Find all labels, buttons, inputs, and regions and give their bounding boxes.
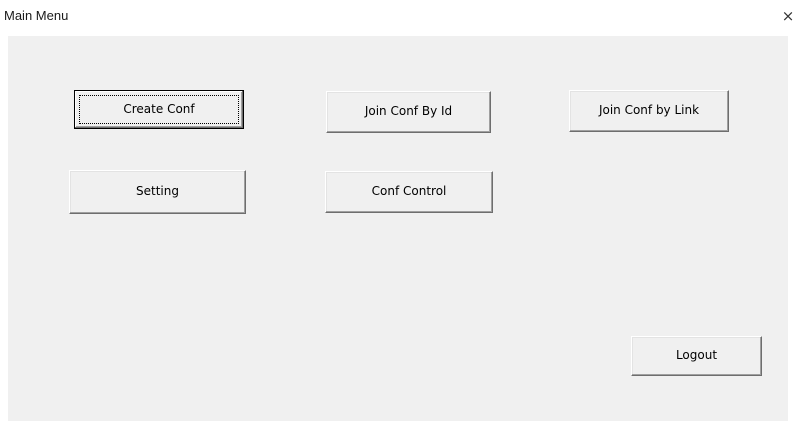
setting-button[interactable]: Setting [69, 170, 246, 214]
window-title: Main Menu [4, 8, 69, 23]
conf-control-button[interactable]: Conf Control [325, 171, 493, 213]
title-bar: Main Menu × [0, 0, 796, 36]
logout-button[interactable]: Logout [631, 336, 762, 376]
setting-label: Setting [136, 184, 179, 198]
join-conf-by-link-button[interactable]: Join Conf by Link [569, 90, 729, 132]
logout-label: Logout [675, 348, 718, 362]
join-conf-by-link-label: Join Conf by Link [598, 103, 700, 117]
conf-control-label: Conf Control [371, 184, 447, 198]
join-conf-by-id-button[interactable]: Join Conf By Id [326, 91, 491, 133]
close-icon[interactable]: × [780, 4, 796, 28]
create-conf-button[interactable]: Create Conf [74, 90, 244, 129]
main-menu-panel: Create Conf Join Conf By Id Join Conf by… [8, 36, 788, 421]
join-conf-by-id-label: Join Conf By Id [364, 104, 453, 118]
create-conf-label: Create Conf [123, 101, 195, 116]
